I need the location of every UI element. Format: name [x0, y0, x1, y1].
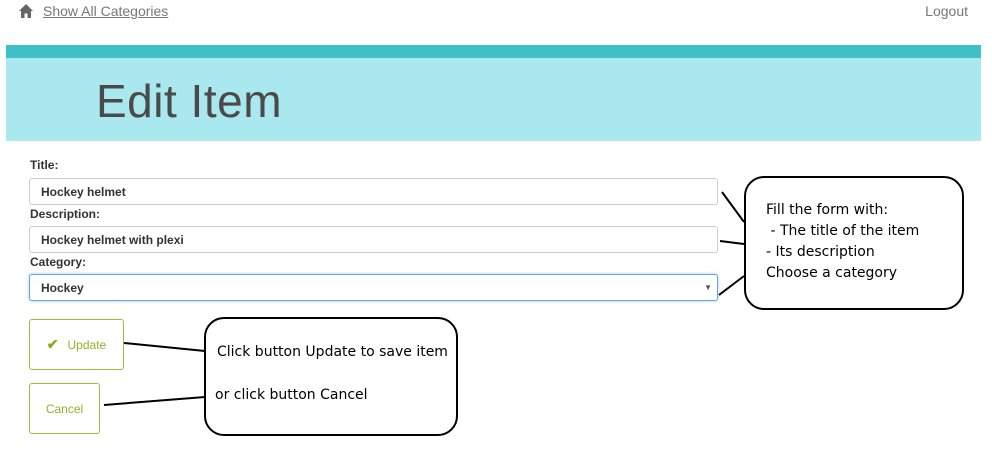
- logout-link[interactable]: Logout: [925, 3, 968, 19]
- update-button[interactable]: ✔ Update: [29, 319, 124, 370]
- chevron-down-icon: ▼: [704, 283, 712, 292]
- show-all-categories-label: Show All Categories: [43, 3, 169, 19]
- category-label: Category:: [30, 255, 87, 269]
- callout-line: Choose a category: [766, 265, 898, 281]
- category-select-value: Hockey: [41, 281, 84, 295]
- form-help-callout: Fill the form with: - The title of the i…: [744, 176, 964, 310]
- top-nav: Show All Categories Logout: [0, 0, 992, 30]
- callout-line: Click button Update to save item: [217, 344, 448, 360]
- page-title: Edit Item: [96, 75, 283, 127]
- callout-line: Fill the form with:: [766, 202, 889, 218]
- buttons-help-callout: Click button Update to save item or clic…: [204, 317, 458, 436]
- title-label: Title:: [30, 158, 59, 172]
- page-banner: Edit Item: [6, 58, 981, 141]
- cancel-button[interactable]: Cancel: [29, 383, 100, 434]
- title-input-value: Hockey helmet: [41, 185, 126, 199]
- callout-line: - The title of the item: [766, 223, 920, 239]
- check-icon: ✔: [46, 336, 59, 352]
- category-select[interactable]: Hockey ▼: [29, 274, 718, 301]
- cancel-button-label: Cancel: [45, 401, 84, 416]
- home-icon: [19, 4, 33, 18]
- callout-line: or click button Cancel: [215, 387, 368, 403]
- update-button-label: Update: [67, 337, 107, 352]
- description-label: Description:: [30, 207, 101, 221]
- description-input-value: Hockey helmet with plexi: [41, 233, 184, 247]
- description-input[interactable]: Hockey helmet with plexi: [29, 226, 718, 253]
- title-input[interactable]: Hockey helmet: [29, 178, 718, 205]
- show-all-categories-link[interactable]: Show All Categories: [18, 3, 168, 19]
- banner-strip: [6, 45, 981, 58]
- callout-line: - Its description: [766, 244, 875, 260]
